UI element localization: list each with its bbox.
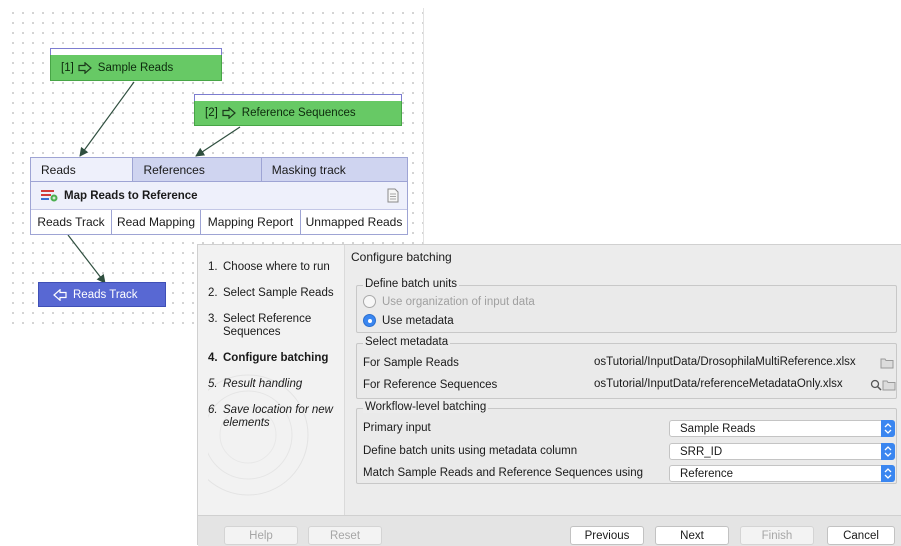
match-using-select[interactable]: Reference [669, 465, 895, 482]
output-port-unmapped-reads[interactable]: Unmapped Reads [301, 210, 407, 234]
output-port-reads-track[interactable]: Reads Track [31, 210, 112, 234]
step-label: Choose where to run [223, 261, 330, 273]
step-label: Select Reference Sequences [223, 313, 312, 338]
input-node-reference-sequences[interactable]: [2] Reference Sequences [194, 94, 402, 126]
select-stepper-icon [881, 465, 895, 482]
wizard-step-4: 4. Configure batching [208, 352, 343, 365]
reference-metadata-path[interactable]: osTutorial/InputData/referenceMetadataOn… [594, 378, 878, 396]
wizard-step-2: 2. Select Sample Reads [208, 287, 343, 300]
radio-organization-label: Use organization of input data [382, 295, 535, 308]
metadata-column-value: SRR_ID [680, 445, 723, 458]
step-number: 1. [208, 261, 218, 273]
sample-metadata-path[interactable]: osTutorial/InputData/DrosophilaMultiRefe… [594, 356, 878, 374]
input-arrow-icon [78, 61, 92, 74]
radio-metadata[interactable] [363, 314, 376, 327]
batch-units-group: Define batch units Use organization of i… [356, 278, 897, 333]
tool-title-bar: Map Reads to Reference [31, 182, 407, 210]
input-index: [2] [205, 107, 218, 119]
reference-metadata-label: For Reference Sequences [363, 379, 498, 391]
workflow-batching-legend: Workflow-level batching [363, 401, 489, 413]
radio-row-metadata[interactable]: Use metadata [363, 314, 454, 327]
connector-reference-to-references [195, 126, 241, 157]
tool-node-map-reads[interactable]: Reads References Masking track Map Reads… [30, 157, 408, 235]
output-label: Reads Track [73, 288, 138, 301]
configure-batching-panel: Configure batching Define batch units Us… [345, 245, 901, 515]
input-label: Sample Reads [97, 61, 174, 74]
finish-button[interactable]: Finish [740, 526, 814, 545]
wizard-step-1: 1. Choose where to run [208, 261, 343, 274]
match-using-value: Reference [680, 467, 734, 480]
wizard-step-5: 5. Result handling [208, 378, 343, 391]
select-stepper-icon [881, 443, 895, 460]
primary-input-label: Primary input [363, 422, 431, 434]
folder-browse-icon[interactable] [882, 379, 896, 393]
metadata-column-select[interactable]: SRR_ID [669, 443, 895, 460]
primary-input-select[interactable]: Sample Reads [669, 420, 895, 437]
wizard-step-6: 6. Save location for new elements [208, 404, 343, 430]
input-port-references[interactable]: References [133, 158, 262, 181]
step-label: Configure batching [223, 352, 329, 364]
document-icon[interactable] [387, 188, 399, 206]
cancel-button[interactable]: Cancel [827, 526, 895, 545]
match-using-label: Match Sample Reads and Reference Sequenc… [363, 467, 644, 479]
output-node-reads-track[interactable]: Reads Track [38, 282, 166, 307]
select-metadata-group: Select metadata For Sample Reads osTutor… [356, 336, 897, 399]
connector-sample-to-reads [79, 81, 135, 157]
reset-button[interactable]: Reset [308, 526, 382, 545]
step-number: 6. [208, 404, 218, 416]
map-reads-icon [41, 189, 58, 202]
step-number: 3. [208, 313, 218, 325]
folder-browse-icon[interactable] [880, 357, 894, 371]
input-index: [1] [61, 61, 74, 74]
workflow-batching-group: Workflow-level batching Primary input Sa… [356, 401, 897, 484]
wizard-step-3: 3. Select Reference Sequences [208, 313, 343, 339]
radio-metadata-label: Use metadata [382, 314, 454, 327]
step-label: Save location for new elements [223, 404, 333, 429]
input-arrow-icon [222, 107, 236, 119]
step-label: Result handling [223, 378, 303, 390]
step-number: 2. [208, 287, 218, 299]
output-port-read-mapping[interactable]: Read Mapping [112, 210, 201, 234]
step-number: 4. [208, 352, 218, 364]
batch-units-legend: Define batch units [363, 278, 460, 290]
sample-metadata-label: For Sample Reads [363, 357, 459, 369]
batch-wizard-dialog: 1. Choose where to run 2. Select Sample … [197, 244, 901, 546]
radio-organization[interactable] [363, 295, 376, 308]
dialog-button-bar: Help Reset Previous Next Finish Cancel [198, 515, 901, 546]
select-metadata-legend: Select metadata [363, 336, 451, 348]
step-label: Select Sample Reads [223, 287, 334, 299]
tool-title: Map Reads to Reference [64, 189, 198, 202]
connector-readstrack-to-output [67, 234, 106, 284]
next-button[interactable]: Next [655, 526, 729, 545]
step-number: 5. [208, 378, 218, 390]
previous-button[interactable]: Previous [570, 526, 644, 545]
radio-row-organization[interactable]: Use organization of input data [363, 295, 535, 308]
input-node-sample-reads[interactable]: [1] Sample Reads [50, 48, 222, 81]
output-arrow-icon [53, 288, 67, 301]
panel-title: Configure batching [351, 250, 452, 264]
input-port-reads[interactable]: Reads [31, 158, 134, 181]
input-label: Reference Sequences [241, 107, 356, 119]
help-button[interactable]: Help [224, 526, 298, 545]
input-port-masking-track[interactable]: Masking track [262, 158, 407, 181]
output-port-mapping-report[interactable]: Mapping Report [201, 210, 301, 234]
select-stepper-icon [881, 420, 895, 437]
tool-input-ports: Reads References Masking track [31, 158, 407, 182]
wizard-steps-panel: 1. Choose where to run 2. Select Sample … [198, 245, 345, 515]
primary-input-value: Sample Reads [680, 422, 756, 435]
tool-output-ports: Reads Track Read Mapping Mapping Report … [31, 210, 407, 234]
metadata-column-label: Define batch units using metadata column [363, 445, 578, 457]
